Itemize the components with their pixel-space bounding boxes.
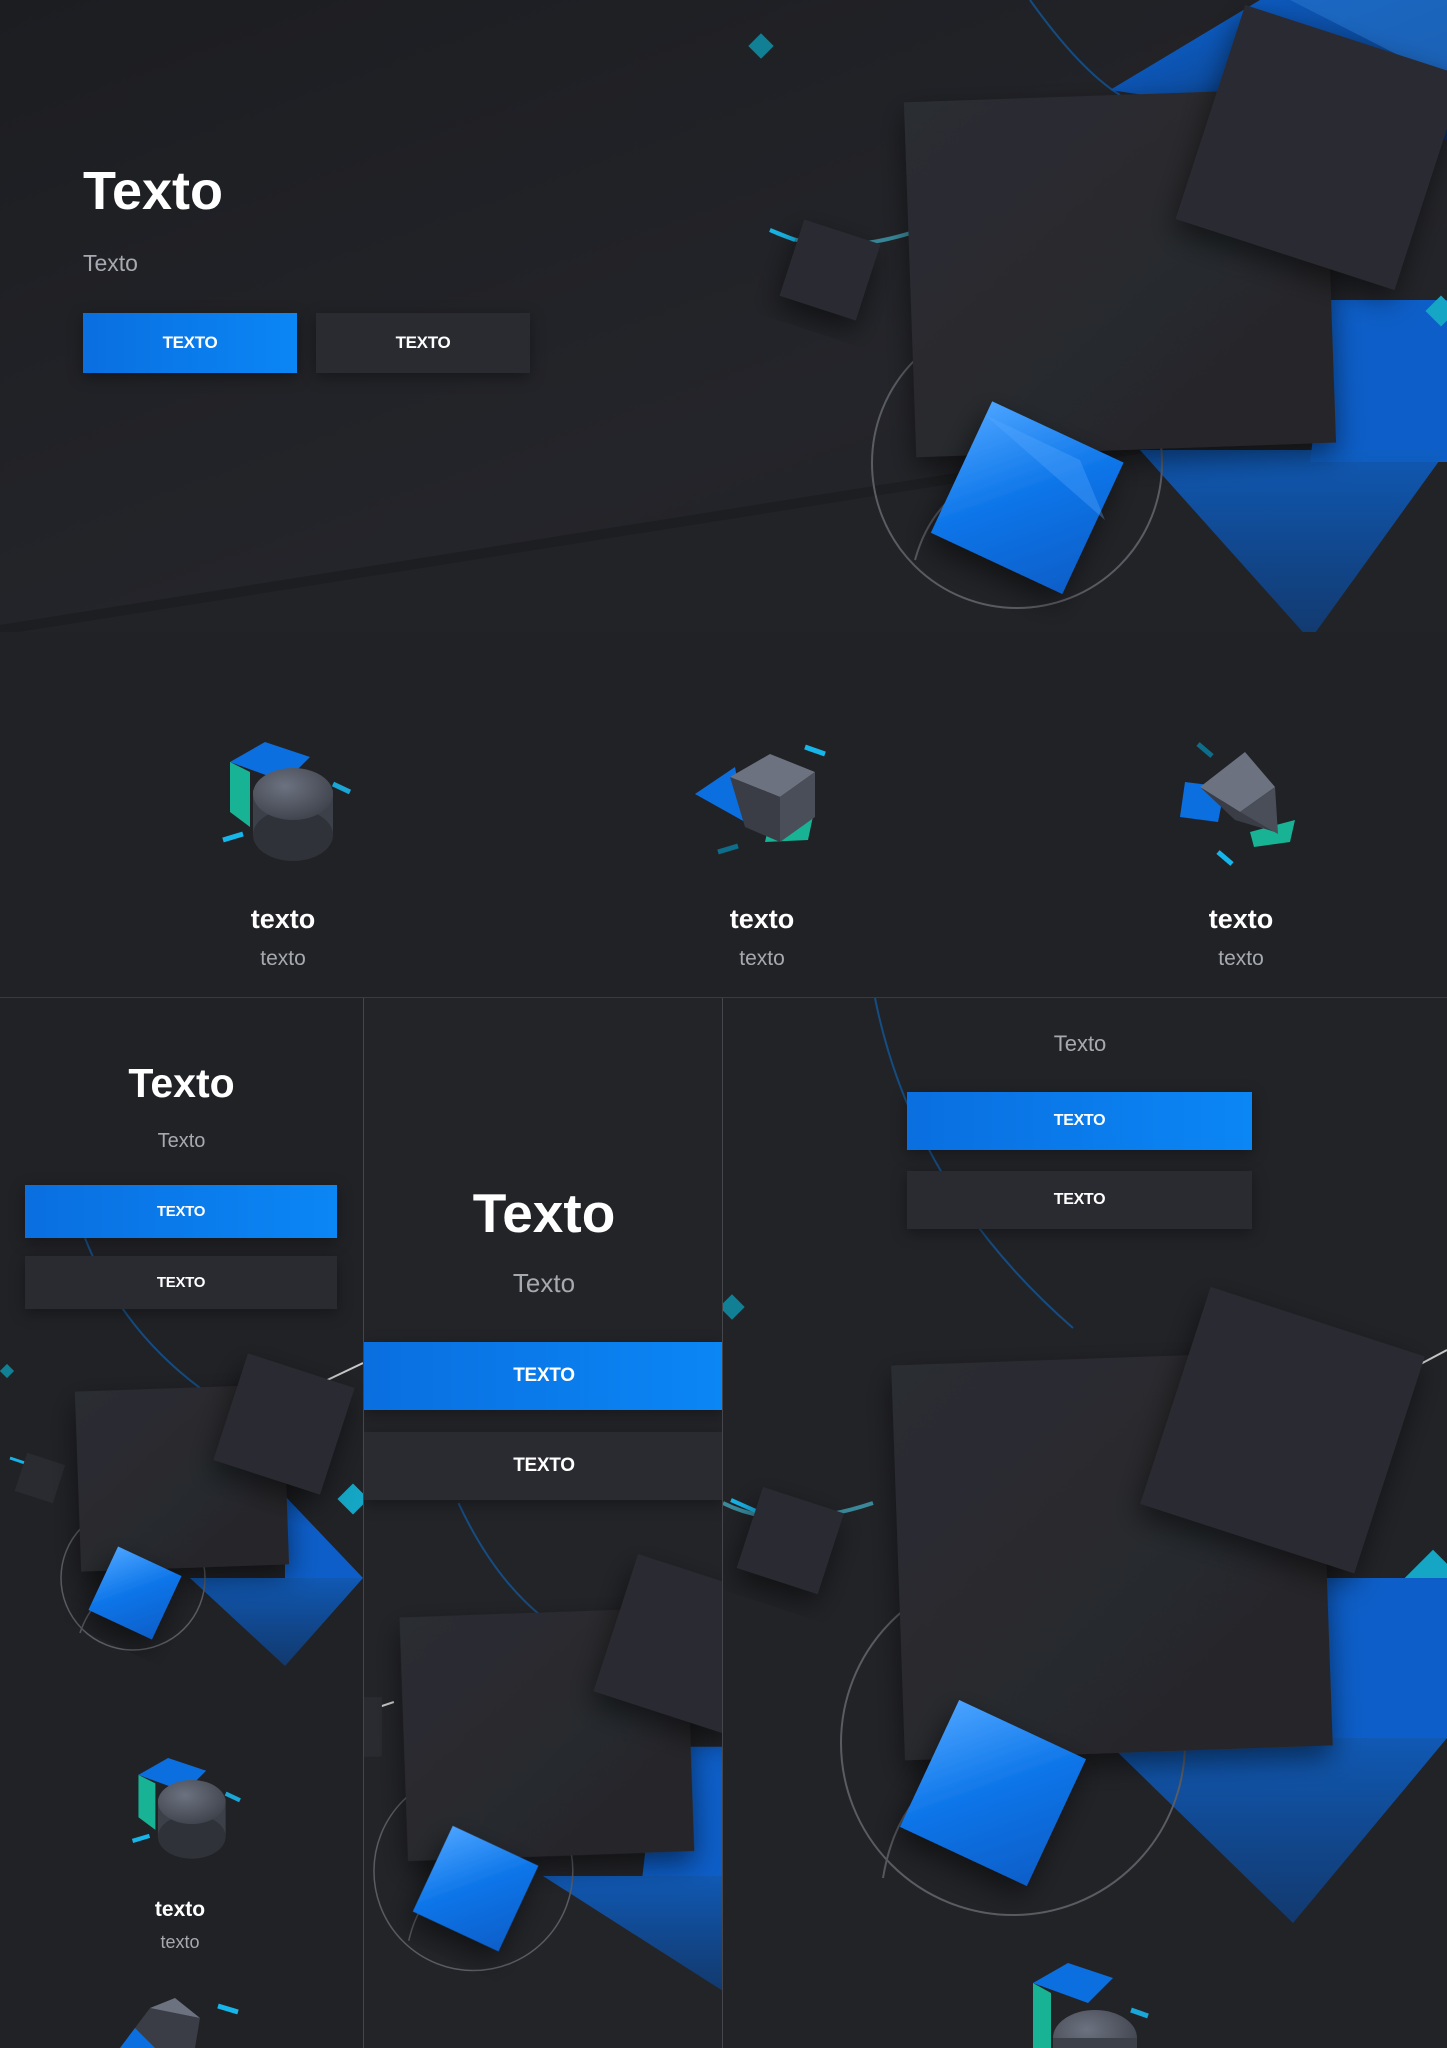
mobile-small-primary-button[interactable]: TEXTO [25, 1185, 337, 1238]
hero-subtitle: Texto [83, 250, 138, 276]
tablet-secondary-button[interactable]: TEXTO [907, 1171, 1252, 1229]
hero-secondary-button[interactable]: TEXTO [316, 313, 530, 373]
mobile-small-preview: Texto Texto TEXTO TEXTO texto texto [0, 998, 363, 2048]
feature-item-1: texto texto [183, 904, 383, 971]
feature-title: texto [250, 904, 316, 934]
features-section: texto texto texto texto texto texto [0, 632, 1447, 998]
feature-title: texto [154, 1898, 206, 1921]
pyramid-icon [1180, 742, 1295, 866]
feature-title: texto [1208, 904, 1274, 934]
mobile-mid-subtitle: Texto [512, 1268, 576, 1298]
cube-icon [695, 744, 826, 855]
mobile-small-secondary-button[interactable]: TEXTO [25, 1256, 337, 1309]
feature-subtitle: texto [1218, 947, 1264, 970]
mobile-small-illustration [0, 1237, 363, 2048]
cylinder-icon [222, 742, 352, 861]
hero-primary-button[interactable]: TEXTO [83, 313, 297, 373]
hero-title: Texto [83, 161, 224, 221]
feature-subtitle: texto [739, 947, 785, 970]
mobile-mid-title: Texto [472, 1182, 616, 1244]
feature-subtitle: texto [260, 947, 306, 970]
hero-section: Texto Texto TEXTO TEXTO [0, 0, 1447, 632]
feature-subtitle: texto [160, 1932, 200, 1952]
mobile-mid-primary-button[interactable]: TEXTO [364, 1342, 722, 1410]
tablet-subtitle: Texto [1053, 1031, 1107, 1056]
mobile-small-subtitle: Texto [157, 1130, 206, 1152]
mobile-mid-preview: Texto Texto TEXTO TEXTO [363, 998, 723, 2048]
feature-item-2: texto texto [662, 904, 862, 971]
mobile-small-feature: texto texto [80, 1898, 280, 1953]
cylinder-icon [131, 1758, 241, 1859]
tablet-preview: Texto TEXTO TEXTO [723, 998, 1447, 2048]
feature-title: texto [729, 904, 795, 934]
tablet-primary-button[interactable]: TEXTO [907, 1092, 1252, 1150]
mobile-mid-secondary-button[interactable]: TEXTO [364, 1432, 722, 1500]
tablet-illustration [723, 998, 1447, 2048]
mobile-mid-illustration [364, 1502, 722, 1991]
mobile-small-title: Texto [128, 1060, 235, 1106]
feature-item-3: texto texto [1141, 904, 1341, 971]
